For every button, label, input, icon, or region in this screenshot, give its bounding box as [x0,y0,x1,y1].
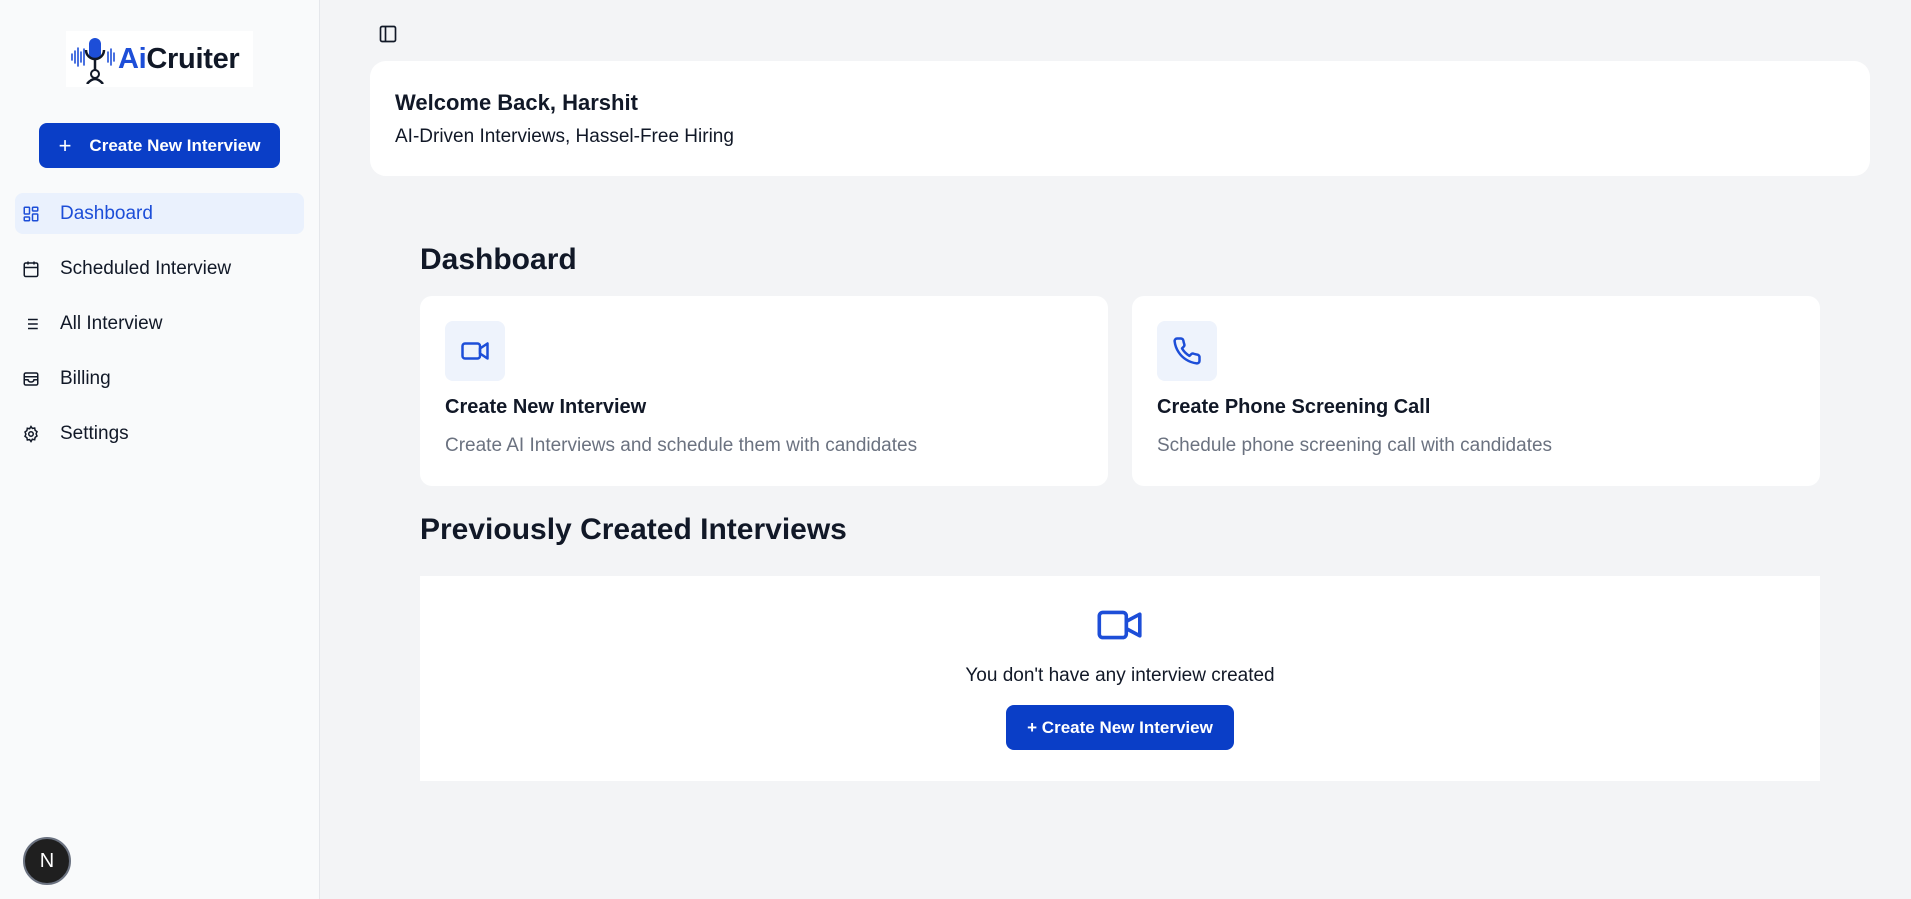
empty-interviews-state: You don't have any interview created + C… [420,576,1820,781]
sidebar-item-billing[interactable]: Billing [15,358,304,399]
empty-state-create-interview-button[interactable]: + Create New Interview [1006,705,1234,750]
card-description: Create AI Interviews and schedule them w… [445,435,918,456]
app-logo[interactable]: AiCruiter [66,31,253,87]
sidebar: AiCruiter + Create New Interview Dashboa… [0,0,320,899]
logo-text: AiCruiter [118,42,240,75]
sidebar-item-scheduled-interview[interactable]: Scheduled Interview [15,248,304,289]
phone-icon [1157,321,1217,381]
welcome-subtitle: AI-Driven Interviews, Hassel-Free Hiring [395,126,734,147]
card-title: Create New Interview [445,396,647,418]
dashboard-grid-icon [21,204,41,224]
list-icon [21,314,41,334]
card-description: Schedule phone screening call with candi… [1157,435,1553,456]
video-icon [445,321,505,381]
sidebar-item-dashboard[interactable]: Dashboard [15,193,304,234]
sidebar-nav: Dashboard Scheduled Interview All Interv… [15,193,304,468]
welcome-card: Welcome Back, Harshit AI-Driven Intervie… [370,61,1870,176]
sidebar-item-label: Settings [60,422,129,444]
welcome-title: Welcome Back, Harshit [395,90,638,115]
phone-screening-card[interactable]: Create Phone Screening Call Schedule pho… [1132,296,1820,486]
sidebar-item-all-interview[interactable]: All Interview [15,303,304,344]
dev-tools-badge[interactable]: N [23,837,71,885]
sidebar-item-label: Dashboard [60,202,153,224]
gear-icon [21,424,41,444]
sidebar-toggle-icon[interactable] [378,24,398,44]
empty-state-text: You don't have any interview created [965,665,1275,686]
create-interview-label: Create New Interview [89,135,261,155]
card-title: Create Phone Screening Call [1157,396,1431,418]
dev-badge-label: N [39,849,55,872]
create-interview-card[interactable]: Create New Interview Create AI Interview… [420,296,1108,486]
microphone-logo-icon [71,38,115,84]
calendar-icon [21,259,41,279]
sidebar-item-label: Billing [60,367,111,389]
sidebar-item-label: Scheduled Interview [60,257,232,279]
video-icon [1096,607,1144,648]
wallet-icon [21,369,41,389]
sidebar-create-interview-button[interactable]: + Create New Interview [39,123,280,168]
plus-icon: + [58,132,72,158]
previous-interviews-title: Previously Created Interviews [420,513,847,546]
sidebar-item-label: All Interview [60,312,163,334]
sidebar-item-settings[interactable]: Settings [15,413,304,454]
dashboard-title: Dashboard [420,243,577,276]
